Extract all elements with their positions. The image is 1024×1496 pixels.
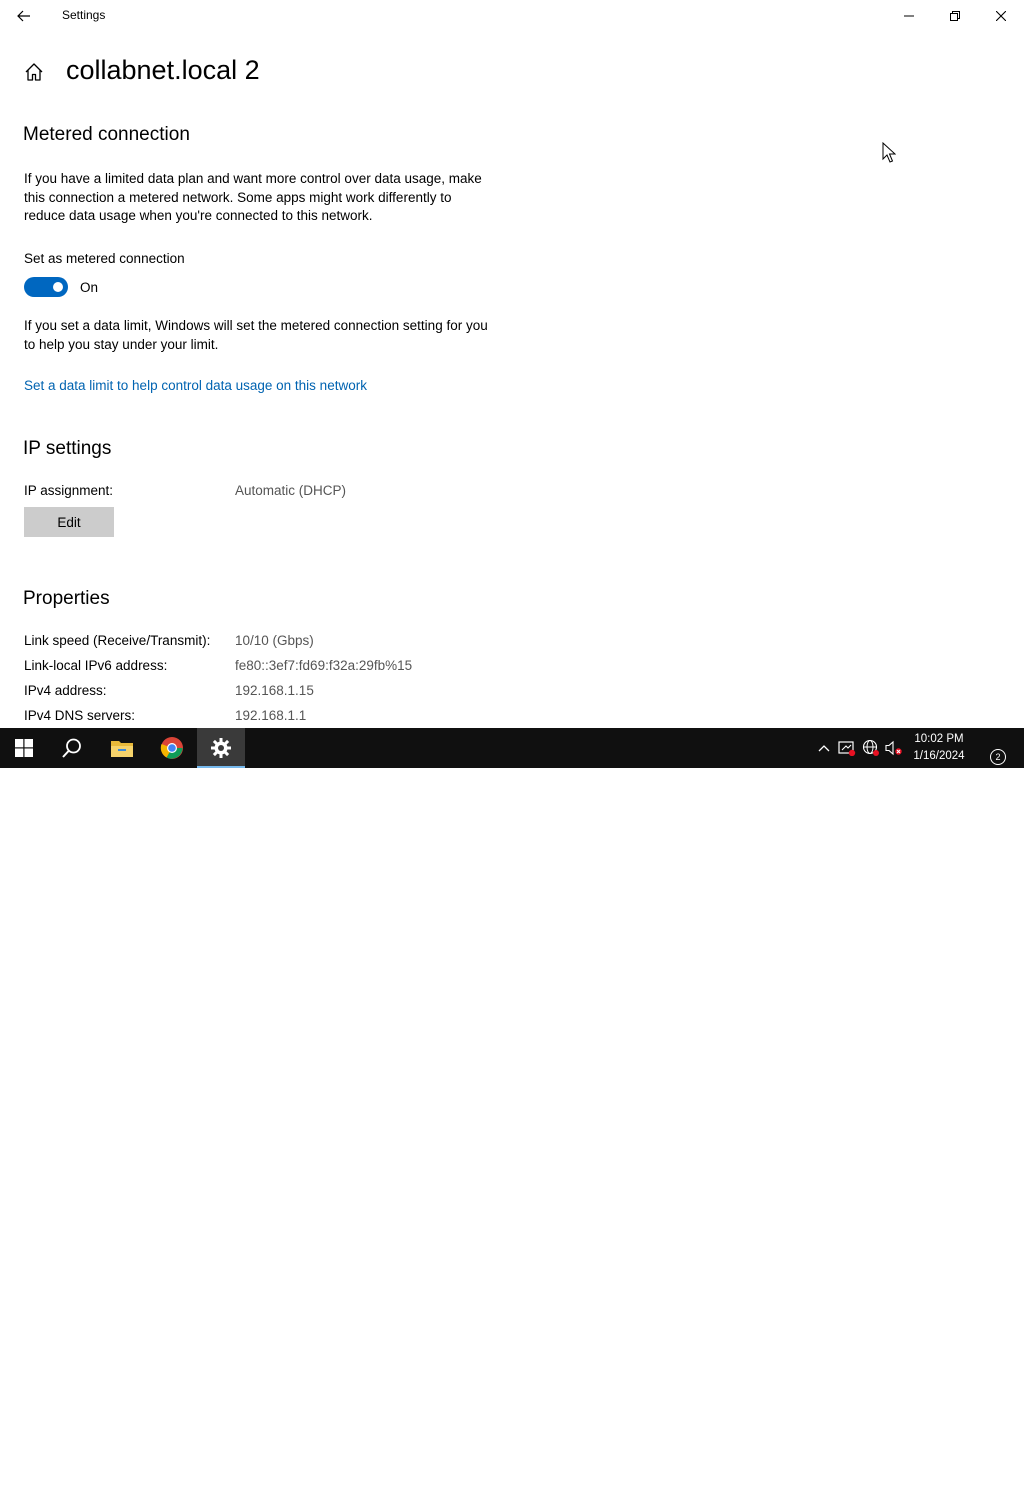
file-explorer-icon — [111, 741, 133, 757]
property-value: 192.168.1.1 — [235, 708, 307, 723]
minimize-icon — [904, 15, 914, 17]
taskbar-chrome[interactable] — [148, 728, 196, 768]
window-title: Settings — [62, 8, 106, 22]
minimize-button[interactable] — [886, 0, 932, 32]
chrome-icon — [160, 737, 183, 759]
back-arrow-icon — [17, 10, 30, 22]
toggle-state-label: On — [80, 280, 99, 295]
properties-section-title: Properties — [23, 588, 110, 609]
property-value: fe80::3ef7:fd69:f32a:29fb%15 — [235, 658, 413, 673]
property-label: Link speed (Receive/Transmit): — [24, 633, 211, 648]
ip-settings-section-title: IP settings — [23, 438, 112, 459]
tray-network[interactable] — [861, 738, 881, 758]
home-icon — [25, 63, 43, 81]
tray-volume[interactable] — [884, 738, 904, 758]
action-center-button[interactable] — [978, 1456, 1018, 1496]
ip-assignment-label: IP assignment: — [24, 483, 114, 498]
property-value: 10/10 (Gbps) — [235, 633, 314, 648]
taskbar-file-explorer[interactable] — [98, 728, 146, 768]
taskbar-clock[interactable]: 10:02 PM 1/16/2024 — [906, 731, 972, 765]
property-value: 192.168.1.15 — [235, 683, 314, 698]
windows-logo-icon — [15, 739, 33, 757]
close-icon — [996, 11, 1006, 21]
restore-icon — [950, 11, 960, 21]
settings-gear-icon — [211, 738, 231, 758]
title-bar: Settings — [0, 0, 1024, 32]
page-title: collabnet.local 2 — [66, 55, 260, 85]
show-hidden-icons-button[interactable] — [814, 738, 834, 758]
property-label: Link-local IPv6 address: — [24, 658, 168, 673]
toggle-knob — [53, 282, 63, 292]
notification-icon — [988, 1467, 1008, 1485]
network-globe-icon — [862, 739, 879, 756]
chevron-up-icon — [818, 745, 830, 752]
start-button[interactable] — [0, 728, 48, 768]
property-label: IPv4 address: — [24, 683, 107, 698]
edit-ip-button[interactable]: Edit — [24, 507, 114, 537]
settings-window: Settings collabnet.local 2 Metered conne… — [0, 0, 1024, 728]
set-data-limit-link[interactable]: Set a data limit to help control data us… — [24, 378, 367, 393]
back-button[interactable] — [10, 4, 38, 28]
taskbar-settings[interactable] — [197, 728, 245, 768]
volume-muted-icon — [885, 740, 902, 756]
device-warning-icon — [838, 741, 856, 756]
property-label: IPv4 DNS servers: — [24, 708, 136, 723]
metered-section-title: Metered connection — [23, 124, 190, 145]
mouse-cursor-icon — [882, 142, 896, 163]
close-button[interactable] — [978, 0, 1024, 32]
search-icon — [62, 738, 81, 758]
taskbar-search-button[interactable] — [48, 728, 96, 768]
data-limit-note: If you set a data limit, Windows will se… — [24, 318, 488, 352]
ip-assignment-value: Automatic (DHCP) — [235, 483, 347, 498]
clock-time: 10:02 PM — [914, 733, 964, 745]
tray-device-status[interactable] — [837, 738, 857, 758]
clock-date: 1/16/2024 — [913, 750, 965, 762]
metered-toggle-label: Set as metered connection — [24, 251, 185, 266]
taskbar — [0, 728, 1024, 1485]
metered-description: If you have a limited data plan and want… — [24, 171, 482, 223]
home-button[interactable] — [22, 60, 46, 84]
restore-button[interactable] — [932, 0, 978, 32]
notification-count-badge: 2 — [990, 749, 1006, 765]
metered-toggle[interactable] — [24, 277, 68, 297]
